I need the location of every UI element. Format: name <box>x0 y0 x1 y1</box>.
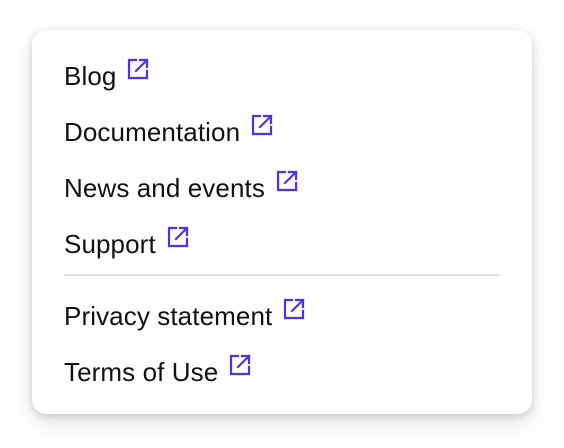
menu-item-support[interactable]: Support <box>64 216 500 272</box>
external-links-menu: Blog Documentation News and events Suppo… <box>32 30 532 414</box>
primary-links-group: Blog Documentation News and events Suppo… <box>64 48 500 272</box>
menu-divider <box>64 274 500 276</box>
legal-links-group: Privacy statement Terms of Use <box>64 288 500 400</box>
external-link-icon <box>126 57 150 81</box>
external-link-icon <box>282 297 306 321</box>
menu-item-documentation[interactable]: Documentation <box>64 104 500 160</box>
menu-item-label: Terms of Use <box>64 357 219 387</box>
menu-item-label: Support <box>64 229 156 259</box>
menu-item-label: Documentation <box>64 117 241 147</box>
menu-item-label: Privacy statement <box>64 301 273 331</box>
menu-item-news-and-events[interactable]: News and events <box>64 160 500 216</box>
external-link-icon <box>275 169 299 193</box>
external-link-icon <box>250 113 274 137</box>
menu-item-label: Blog <box>64 61 117 91</box>
external-link-icon <box>228 353 252 377</box>
menu-item-blog[interactable]: Blog <box>64 48 500 104</box>
menu-item-privacy-statement[interactable]: Privacy statement <box>64 288 500 344</box>
menu-item-terms-of-use[interactable]: Terms of Use <box>64 344 500 400</box>
menu-item-label: News and events <box>64 173 265 203</box>
external-link-icon <box>166 225 190 249</box>
